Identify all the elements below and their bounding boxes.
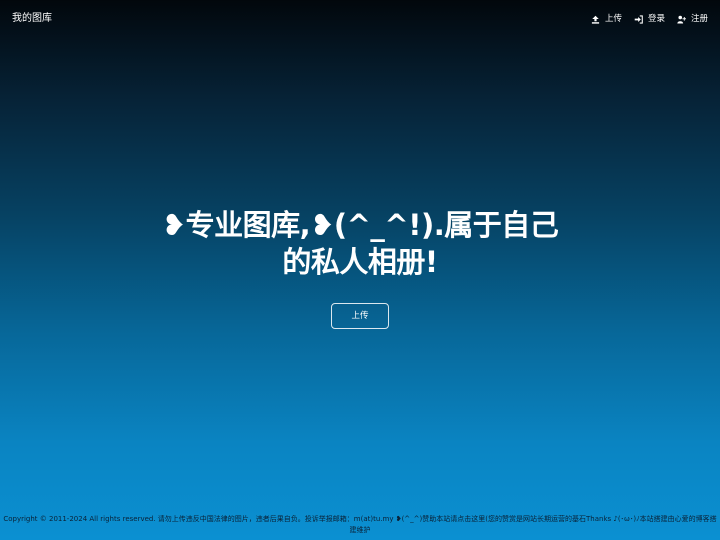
nav-register-label: 注册 (690, 14, 708, 24)
nav-upload-link[interactable]: 上传 (591, 12, 622, 26)
hero-upload-button[interactable]: 上传 (331, 303, 389, 329)
nav-actions: 上传 登录 注册 (591, 12, 708, 26)
top-navbar: 我的图库 上传 登录 注册 (0, 0, 720, 38)
nav-login-label: 登录 (647, 14, 665, 24)
nav-upload-label: 上传 (604, 14, 622, 24)
hero-section: ❥专业图库,❥(^_^!).属于自己的私人相册! (160, 207, 560, 281)
user-plus-icon (677, 15, 686, 24)
nav-login-link[interactable]: 登录 (634, 12, 665, 26)
nav-register-link[interactable]: 注册 (677, 12, 708, 26)
footer: Copyright © 2011-2024 All rights reserve… (0, 514, 720, 536)
sign-in-icon (634, 14, 643, 24)
footer-text: Copyright © 2011-2024 All rights reserve… (3, 515, 717, 534)
hero-title: ❥专业图库,❥(^_^!).属于自己的私人相册! (161, 208, 559, 279)
upload-icon (591, 15, 600, 24)
brand-link[interactable]: 我的图库 (12, 12, 52, 26)
